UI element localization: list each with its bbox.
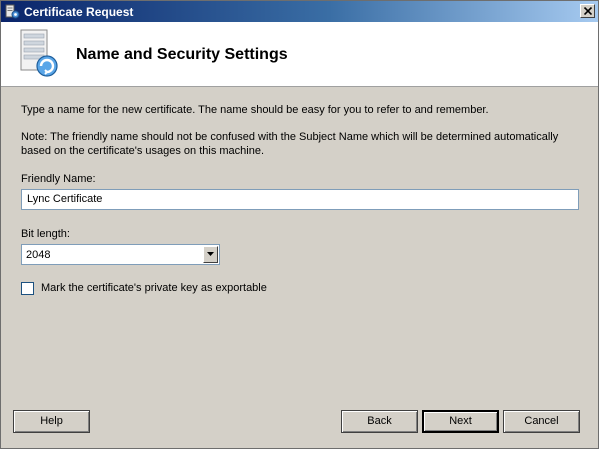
friendly-name-label: Friendly Name: (21, 173, 96, 185)
friendly-name-input[interactable]: Lync Certificate (21, 189, 579, 210)
close-icon (584, 7, 592, 15)
bit-length-label: Bit length: (21, 228, 70, 240)
intro-text: Type a name for the new certificate. The… (21, 104, 489, 116)
cancel-button[interactable]: Cancel (503, 410, 580, 433)
help-button[interactable]: Help (13, 410, 90, 433)
certificate-app-icon (5, 4, 20, 19)
certificate-request-dialog: Certificate Request Name and Security Se… (0, 0, 599, 449)
title-bar[interactable]: Certificate Request (1, 1, 598, 22)
chevron-down-icon (207, 252, 214, 256)
next-button[interactable]: Next (422, 410, 499, 433)
exportable-checkbox[interactable] (21, 282, 34, 295)
bit-length-select[interactable]: 2048 (21, 244, 220, 265)
certificate-server-icon (15, 28, 63, 80)
note-text-line-1: Note: The friendly name should not be co… (21, 131, 559, 143)
back-button[interactable]: Back (341, 410, 418, 433)
page-title: Name and Security Settings (76, 46, 288, 63)
window-title: Certificate Request (24, 5, 134, 19)
exportable-checkbox-label[interactable]: Mark the certificate's private key as ex… (41, 282, 267, 294)
dropdown-button[interactable] (203, 246, 218, 263)
bit-length-value: 2048 (26, 249, 51, 261)
wizard-header: Name and Security Settings (1, 22, 598, 87)
close-button[interactable] (580, 4, 595, 18)
note-text-line-2: based on the certificate's usages on thi… (21, 145, 265, 157)
